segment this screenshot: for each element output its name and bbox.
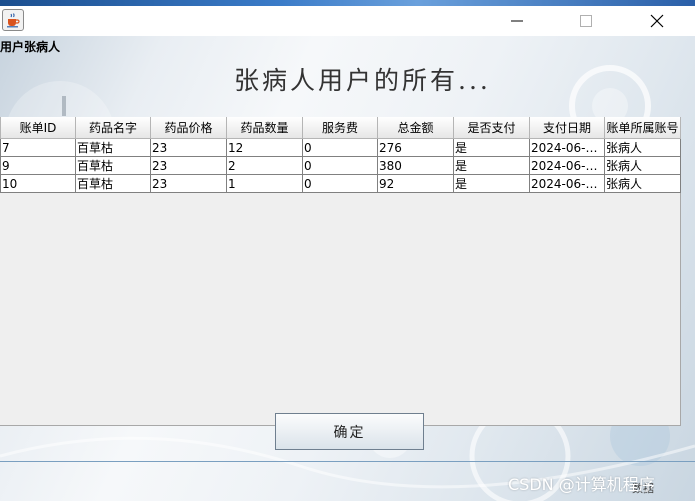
confirm-button[interactable]: 确定 (275, 413, 424, 450)
table-cell[interactable]: 0 (302, 138, 378, 157)
table-cell[interactable]: 9 (0, 156, 76, 175)
table-cell[interactable]: 23 (150, 138, 227, 157)
table-cell[interactable]: 2024-06-16... (529, 138, 605, 157)
table-header-row: 账单ID 药品名字 药品价格 药品数量 服务费 总金额 是否支付 支付日期 账单… (0, 117, 681, 139)
table-row[interactable]: 10 百草枯 23 1 0 92 是 2024-06-16... 张病人 (0, 174, 681, 193)
table-cell[interactable]: 张病人 (604, 174, 681, 193)
table-cell[interactable]: 0 (302, 174, 378, 193)
close-icon (650, 14, 664, 28)
java-coffee-icon[interactable] (2, 9, 24, 31)
close-button[interactable] (634, 6, 680, 36)
table-row[interactable]: 9 百草枯 23 2 0 380 是 2024-06-16... 张病人 (0, 156, 681, 175)
minimize-icon (511, 20, 523, 22)
watermark: CSDN @计算机程序 (508, 475, 655, 494)
title-bar (0, 6, 695, 36)
table-cell[interactable]: 张病人 (604, 138, 681, 157)
column-header[interactable]: 账单ID (0, 117, 76, 139)
table-cell[interactable]: 百草枯 (75, 174, 151, 193)
table-cell[interactable]: 张病人 (604, 156, 681, 175)
table-cell[interactable]: 10 (0, 174, 76, 193)
table-cell[interactable]: 12 (226, 138, 303, 157)
table-cell[interactable]: 百草枯 (75, 156, 151, 175)
table-cell[interactable]: 2024-06-16... (529, 174, 605, 193)
table-cell[interactable]: 百草枯 (75, 138, 151, 157)
table-row[interactable]: 7 百草枯 23 12 0 276 是 2024-06-16... 张病人 (0, 138, 681, 157)
maximize-button[interactable] (563, 6, 609, 36)
divider (0, 461, 695, 462)
table-cell[interactable]: 0 (302, 156, 378, 175)
column-header[interactable]: 账单所属账号 (604, 117, 681, 139)
table-cell[interactable]: 92 (377, 174, 454, 193)
table-cell[interactable]: 是 (453, 174, 530, 193)
user-label: 用户张病人 (0, 40, 61, 54)
column-header[interactable]: 药品名字 (75, 117, 151, 139)
page-title: 张病人用户的所有... (234, 66, 491, 95)
table-cell[interactable]: 7 (0, 138, 76, 157)
column-header[interactable]: 是否支付 (453, 117, 530, 139)
table-cell[interactable]: 2024-06-16... (529, 156, 605, 175)
column-header[interactable]: 药品价格 (150, 117, 227, 139)
table-cell[interactable]: 是 (453, 156, 530, 175)
table-cell[interactable]: 是 (453, 138, 530, 157)
column-header[interactable]: 药品数量 (226, 117, 303, 139)
minimize-button[interactable] (494, 6, 540, 36)
column-header[interactable]: 总金额 (377, 117, 454, 139)
table-cell[interactable]: 1 (226, 174, 303, 193)
table-cell[interactable]: 23 (150, 174, 227, 193)
column-header[interactable]: 服务费 (302, 117, 378, 139)
window-content: 用户张病人 张病人用户的所有... 账单ID 药品名字 药品价格 药品数量 服务… (0, 36, 695, 501)
bill-table[interactable]: 账单ID 药品名字 药品价格 药品数量 服务费 总金额 是否支付 支付日期 账单… (0, 117, 681, 426)
table-cell[interactable]: 23 (150, 156, 227, 175)
table-cell[interactable]: 380 (377, 156, 454, 175)
column-header[interactable]: 支付日期 (529, 117, 605, 139)
table-cell[interactable]: 2 (226, 156, 303, 175)
table-cell[interactable]: 276 (377, 138, 454, 157)
maximize-icon (580, 15, 592, 27)
